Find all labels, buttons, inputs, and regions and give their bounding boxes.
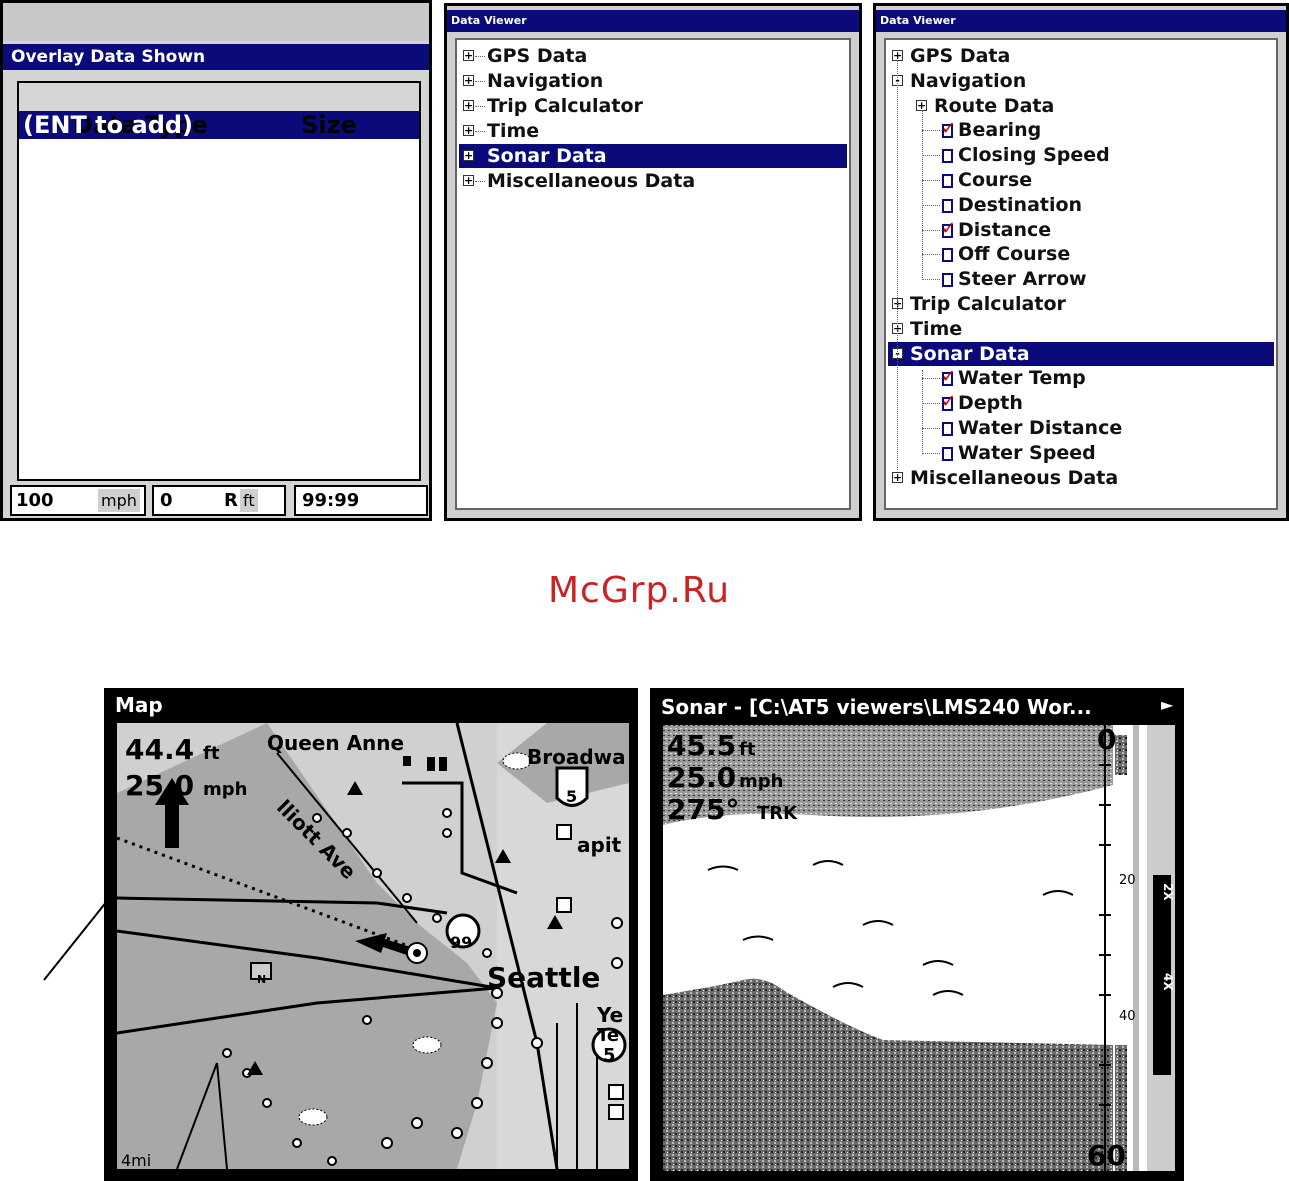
sonar-speed-value: 25.0 bbox=[667, 761, 737, 794]
sonar-scale-top: 0 bbox=[1097, 723, 1117, 756]
sonar-title: Sonar - [C:\AT5 viewers\LMS240 Wor... bbox=[653, 691, 1181, 723]
map-depth-unit: ft bbox=[203, 743, 220, 764]
sonar-track-unit: TRK bbox=[757, 803, 798, 824]
label-queen-anne: Queen Anne bbox=[267, 731, 405, 755]
label-broadway: Broadwa bbox=[527, 745, 626, 769]
zoom-4x-button[interactable]: 4X bbox=[1161, 973, 1175, 991]
label-ye: Ye bbox=[597, 1003, 624, 1027]
map-speed-unit: mph bbox=[203, 779, 248, 800]
map-window: Map 44.4 ft 25.0 mph Queen Anne Broadwa … bbox=[104, 688, 638, 1181]
sonar-scale-bottom: 60 bbox=[1087, 1139, 1126, 1172]
sonar-speed-unit: mph bbox=[739, 771, 784, 792]
expand-icon[interactable]: + bbox=[463, 150, 474, 161]
zoom-2x-button[interactable]: 2X bbox=[1161, 883, 1175, 901]
sonar-scale-20: 20 bbox=[1119, 873, 1136, 888]
label-seattle: Seattle bbox=[487, 961, 601, 994]
sonar-window: Sonar - [C:\AT5 viewers\LMS240 Wor... ► bbox=[650, 688, 1184, 1181]
label-capitol: apit bbox=[577, 833, 622, 857]
sonar-track-value: 275° bbox=[667, 793, 740, 826]
sonar-depth-value: 45.5 bbox=[667, 729, 737, 762]
map-speed-value: 25.0 bbox=[125, 769, 195, 802]
map-title: Map bbox=[107, 691, 635, 719]
n-marker: N bbox=[257, 973, 267, 986]
highway-5-south-label: 5 bbox=[603, 1045, 616, 1066]
highway-5-label: 5 bbox=[566, 787, 578, 806]
map-scale: 4mi bbox=[121, 1151, 152, 1170]
sonar-depth-unit: ft bbox=[739, 739, 756, 760]
sonar-title-arrow-icon[interactable]: ► bbox=[1161, 695, 1173, 714]
highway-99-label: 99 bbox=[450, 933, 473, 952]
label-te: Te bbox=[597, 1025, 620, 1046]
map-depth-value: 44.4 bbox=[125, 733, 195, 766]
sonar-scale-40: 40 bbox=[1119, 1009, 1136, 1024]
